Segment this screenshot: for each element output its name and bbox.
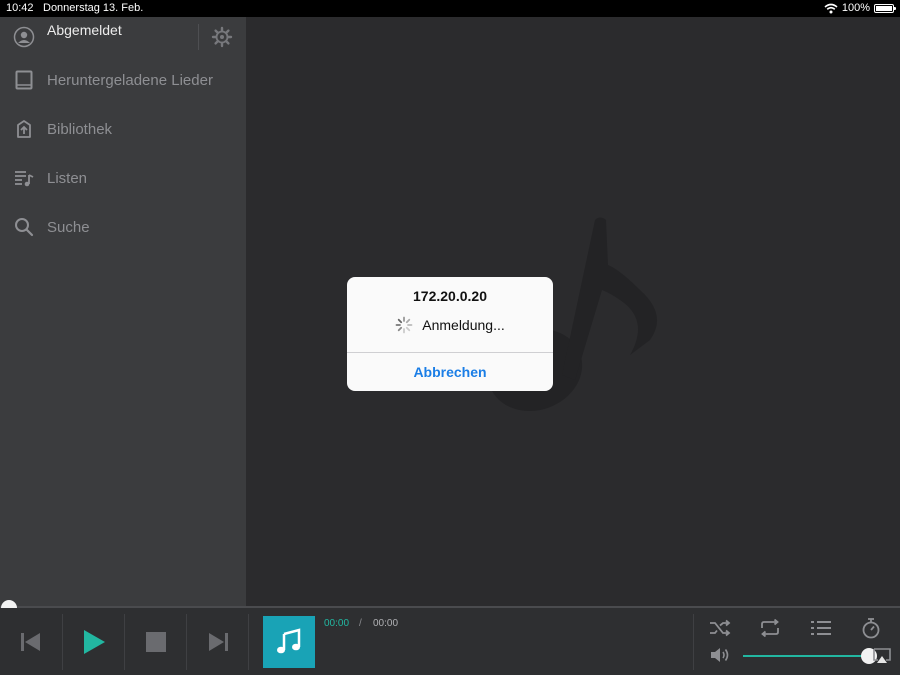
sidebar-item-search[interactable]: Suche [0, 207, 246, 247]
dialog-message-row: Anmeldung... [347, 316, 553, 334]
control-divider [248, 614, 249, 670]
play-icon [83, 629, 105, 654]
battery-percent: 100% [841, 2, 870, 14]
total-time: 00:00 [373, 618, 399, 629]
sidebar-item-label: Suche [47, 218, 90, 236]
queue-list-button[interactable] [809, 616, 833, 640]
next-icon [208, 632, 228, 651]
stop-icon [145, 631, 166, 652]
account-status: Abgemeldet [47, 22, 122, 38]
spinner-icon [395, 316, 413, 334]
right-panel-divider [693, 614, 694, 670]
volume-slider-track[interactable] [743, 655, 873, 657]
music-note-icon [277, 628, 301, 654]
shuffle-icon [710, 619, 731, 637]
sidebar-header-divider [198, 24, 199, 50]
sidebar: Abgemeldet Heruntergeladene Lieder Bibli… [0, 17, 246, 607]
elapsed-time: 00:00 [324, 618, 350, 629]
tablet-icon [13, 69, 35, 91]
time-separator: / [359, 618, 362, 629]
dialog-message: Anmeldung... [422, 317, 505, 333]
battery-icon [874, 4, 896, 13]
shuffle-button[interactable] [708, 616, 732, 640]
wifi-icon [824, 3, 838, 14]
timer-icon [862, 618, 880, 639]
sleep-timer-button[interactable] [859, 616, 883, 640]
user-icon [13, 26, 35, 48]
status-date: Donnerstag 13. Feb. [43, 2, 144, 14]
playlist-icon [13, 167, 35, 189]
repeat-icon [761, 619, 779, 637]
search-icon [13, 216, 35, 238]
account-row[interactable]: Abgemeldet [0, 17, 246, 57]
status-bar: 10:42 Donnerstag 13. Feb. 100% [0, 0, 900, 17]
connecting-dialog: 172.20.0.20 Anmeldung... Abbrechen [347, 277, 553, 391]
dialog-title: 172.20.0.20 [413, 288, 487, 304]
airplay-icon[interactable] [873, 648, 891, 664]
previous-icon [20, 632, 40, 651]
library-icon [13, 118, 35, 140]
settings-gear-icon[interactable] [211, 26, 233, 48]
sidebar-item-label: Listen [47, 169, 88, 187]
status-right: 100% [824, 0, 896, 17]
stop-button[interactable] [125, 608, 186, 675]
play-button[interactable] [63, 608, 124, 675]
cancel-button[interactable]: Abbrechen [347, 353, 553, 391]
sidebar-item-downloaded-songs[interactable]: Heruntergeladene Lieder [0, 60, 246, 100]
player-bar: 00:00 / 00:00 [0, 608, 900, 675]
sidebar-item-label: Bibliothek [47, 120, 113, 138]
volume-icon [711, 648, 729, 662]
next-track-button[interactable] [187, 608, 248, 675]
sidebar-item-lists[interactable]: Listen [0, 158, 246, 198]
previous-track-button[interactable] [0, 608, 61, 675]
status-time: 10:42 [6, 2, 34, 14]
volume-button[interactable] [708, 643, 732, 667]
sidebar-item-library[interactable]: Bibliothek [0, 109, 246, 149]
repeat-button[interactable] [758, 616, 782, 640]
list-icon [811, 621, 831, 635]
album-cover[interactable] [263, 616, 315, 668]
sidebar-item-label: Heruntergeladene Lieder [47, 71, 213, 89]
